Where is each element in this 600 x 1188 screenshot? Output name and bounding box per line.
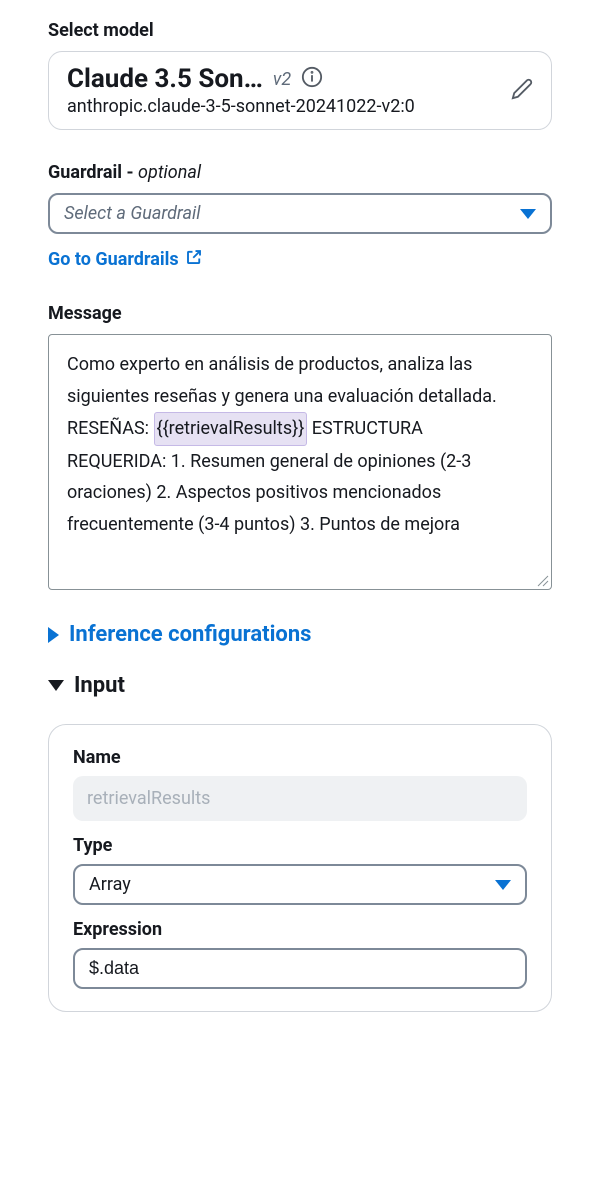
template-variable-chip: {{retrievalResults}} bbox=[154, 412, 308, 446]
external-link-icon bbox=[185, 248, 203, 271]
inference-config-title: Inference configurations bbox=[69, 622, 311, 647]
guardrail-optional-text: optional bbox=[138, 162, 201, 183]
message-textarea[interactable]: Como experto en análisis de productos, a… bbox=[48, 334, 552, 590]
model-card-content: Claude 3.5 Son… v2 anthropic.claude-3-5-… bbox=[67, 64, 503, 117]
message-label: Message bbox=[48, 303, 552, 324]
go-to-guardrails-link[interactable]: Go to Guardrails bbox=[48, 248, 203, 271]
info-icon[interactable] bbox=[301, 66, 323, 92]
caret-right-icon bbox=[48, 627, 59, 643]
type-field-label: Type bbox=[73, 835, 527, 856]
type-dropdown[interactable]: Array bbox=[73, 864, 527, 905]
input-section-title: Input bbox=[74, 673, 125, 698]
chevron-down-icon bbox=[520, 209, 536, 219]
expression-field-label: Expression bbox=[73, 919, 527, 940]
input-section-toggle[interactable]: Input bbox=[48, 673, 552, 698]
name-field-label: Name bbox=[73, 747, 527, 768]
message-content[interactable]: Como experto en análisis de productos, a… bbox=[49, 335, 551, 589]
guardrail-label: Guardrail - optional bbox=[48, 162, 552, 183]
model-version-badge: v2 bbox=[273, 69, 291, 90]
model-name: Claude 3.5 Son… bbox=[67, 64, 263, 94]
guardrail-label-text: Guardrail - bbox=[48, 162, 138, 183]
chevron-down-icon bbox=[495, 880, 511, 890]
model-id-text: anthropic.claude-3-5-sonnet-20241022-v2:… bbox=[67, 96, 503, 117]
pencil-icon[interactable] bbox=[511, 78, 533, 104]
type-value: Array bbox=[89, 874, 131, 895]
select-model-label: Select model bbox=[48, 20, 552, 41]
guardrail-placeholder: Select a Guardrail bbox=[64, 203, 201, 224]
inference-config-toggle[interactable]: Inference configurations bbox=[48, 622, 552, 647]
model-title-row: Claude 3.5 Son… v2 bbox=[67, 64, 503, 94]
model-selector-card[interactable]: Claude 3.5 Son… v2 anthropic.claude-3-5-… bbox=[48, 51, 552, 130]
input-card: Name retrievalResults Type Array Express… bbox=[48, 724, 552, 1012]
guardrails-link-text: Go to Guardrails bbox=[48, 249, 179, 270]
expression-input[interactable] bbox=[73, 948, 527, 989]
caret-down-icon bbox=[48, 680, 64, 691]
name-field: retrievalResults bbox=[73, 776, 527, 821]
guardrail-dropdown[interactable]: Select a Guardrail bbox=[48, 193, 552, 234]
